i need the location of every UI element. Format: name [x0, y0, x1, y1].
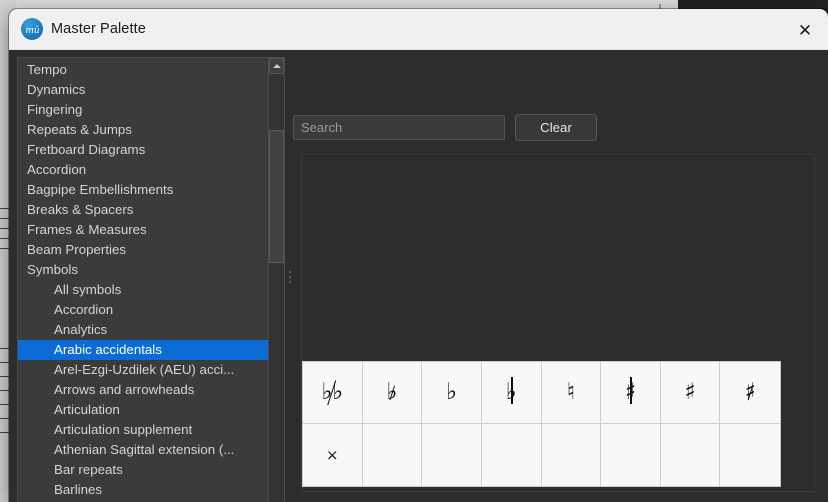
palette-list-panel[interactable]: Tempo Dynamics Fingering Repeats & Jumps Fre… — [17, 57, 277, 502]
vertical-stroke-icon — [630, 376, 632, 404]
symbol-cell-arabic-double-sharp-x[interactable]: × — [303, 424, 363, 486]
palette-list-item[interactable]: Bar repeats — [18, 460, 268, 480]
palette-list-item[interactable]: Bagpipe Embellishments — [18, 180, 268, 200]
svg-text:mŭ: mŭ — [25, 25, 40, 36]
symbol-cell-arabic-sharp[interactable]: ♯ — [660, 362, 721, 424]
search-row: Clear — [293, 114, 597, 141]
slash-stroke-icon — [327, 380, 337, 405]
palette-list-item[interactable]: Barlines — [18, 480, 268, 500]
symbol-cell-empty — [422, 424, 482, 486]
palette-list-item[interactable]: Articulation supplement — [18, 420, 268, 440]
dialog-title: Master Palette — [51, 21, 146, 37]
clear-button[interactable]: Clear — [515, 114, 597, 141]
arabic-double-sharp-x-glyph: × — [326, 445, 339, 464]
dialog-body: Tempo Dynamics Fingering Repeats & Jumps Fre… — [9, 50, 828, 502]
palette-list-item[interactable]: Accordion — [18, 160, 268, 180]
chevron-up-icon — [272, 64, 281, 68]
arabic-half-flat-glyph: ♭ — [506, 376, 517, 404]
symbol-cell-arabic-flat[interactable]: ♭ — [422, 362, 482, 424]
arabic-double-sharp-hash-glyph: ♯ — [745, 381, 756, 404]
scrollbar-thumb[interactable] — [269, 130, 284, 263]
splitter-dot — [288, 281, 291, 283]
symbol-cell-empty — [661, 424, 721, 486]
palette-list-item[interactable]: Symbols — [18, 260, 268, 280]
vertical-stroke-icon — [511, 376, 513, 404]
symbols-panel: Clear ♭♭♭♭♭♮♯♯♯× — [293, 57, 819, 502]
symbol-cell-empty — [542, 424, 602, 486]
symbol-cell-arabic-half-flat[interactable]: ♭ — [481, 362, 542, 424]
master-palette-dialog: mŭ Master Palette ✕ Tempo Dynamics Fingeri… — [9, 9, 828, 502]
arabic-sharp-glyph: ♯ — [684, 379, 696, 405]
palette-list-scrollbar[interactable] — [268, 57, 285, 502]
palette-list-item[interactable]: Repeats & Jumps — [18, 120, 268, 140]
symbol-cell-empty — [720, 424, 780, 486]
slash-stroke-icon — [388, 385, 395, 400]
symbol-cell-arabic-double-flat[interactable]: ♭♭ — [303, 362, 363, 424]
palette-list-item[interactable]: Arel-Ezgi-Uzdilek (AEU) acci... — [18, 360, 268, 380]
close-icon[interactable]: ✕ — [790, 17, 820, 43]
splitter-dot — [288, 276, 291, 278]
scroll-up-arrow-icon[interactable] — [269, 58, 284, 74]
palette-list-item[interactable]: Athenian Sagittal extension (... — [18, 440, 268, 460]
symbol-cell-empty — [601, 424, 661, 486]
palette-list-item[interactable]: Fingering — [18, 100, 268, 120]
symbol-cell-empty — [363, 424, 423, 486]
palette-list-item[interactable]: Arrows and arrowheads — [18, 380, 268, 400]
palette-list-item[interactable]: Breaks & Spacers — [18, 200, 268, 220]
palette-list-item[interactable]: Beam Properties — [18, 240, 268, 260]
musescore-logo-icon: mŭ — [21, 18, 43, 40]
arabic-slashed-flat-glyph: ♭ — [387, 381, 398, 404]
palette-list-item[interactable]: All symbols — [18, 280, 268, 300]
palette-list-item[interactable]: Arabic accidentals — [18, 340, 268, 360]
arabic-flat-glyph: ♭ — [446, 379, 457, 405]
symbol-cell-empty — [482, 424, 542, 486]
palette-list: Tempo Dynamics Fingering Repeats & Jumps Fre… — [18, 58, 268, 500]
palette-list-item[interactable]: Dynamics — [18, 80, 268, 100]
dialog-titlebar[interactable]: mŭ Master Palette ✕ — [9, 9, 828, 50]
symbol-grid: ♭♭♭♭♭♮♯♯♯× — [302, 361, 781, 487]
arabic-half-sharp-glyph: ♯ — [625, 376, 636, 404]
symbol-cell-arabic-natural[interactable]: ♮ — [541, 362, 602, 424]
palette-list-item[interactable]: Frames & Measures — [18, 220, 268, 240]
arabic-natural-glyph: ♮ — [566, 379, 575, 405]
palette-list-item[interactable]: Analytics — [18, 320, 268, 340]
symbol-cell-arabic-half-sharp[interactable]: ♯ — [601, 362, 661, 424]
splitter-dot — [288, 271, 291, 273]
palette-list-item[interactable]: Fretboard Diagrams — [18, 140, 268, 160]
palette-list-item[interactable]: Articulation — [18, 400, 268, 420]
palette-list-item[interactable]: Accordion — [18, 300, 268, 320]
screen: mŭ Master Palette ✕ Tempo Dynamics Fingeri… — [0, 0, 828, 502]
slash-stroke-icon — [747, 385, 754, 400]
palette-list-item[interactable]: Tempo — [18, 60, 268, 80]
arabic-double-flat-glyph: ♭♭ — [321, 380, 343, 405]
symbols-scroll-area[interactable]: ♭♭♭♭♭♮♯♯♯× — [301, 154, 815, 492]
symbol-cell-arabic-double-sharp-hash[interactable]: ♯ — [720, 362, 780, 424]
symbol-cell-arabic-slashed-flat[interactable]: ♭ — [362, 362, 423, 424]
panel-splitter-handle[interactable] — [288, 250, 291, 304]
search-input[interactable] — [293, 115, 505, 140]
